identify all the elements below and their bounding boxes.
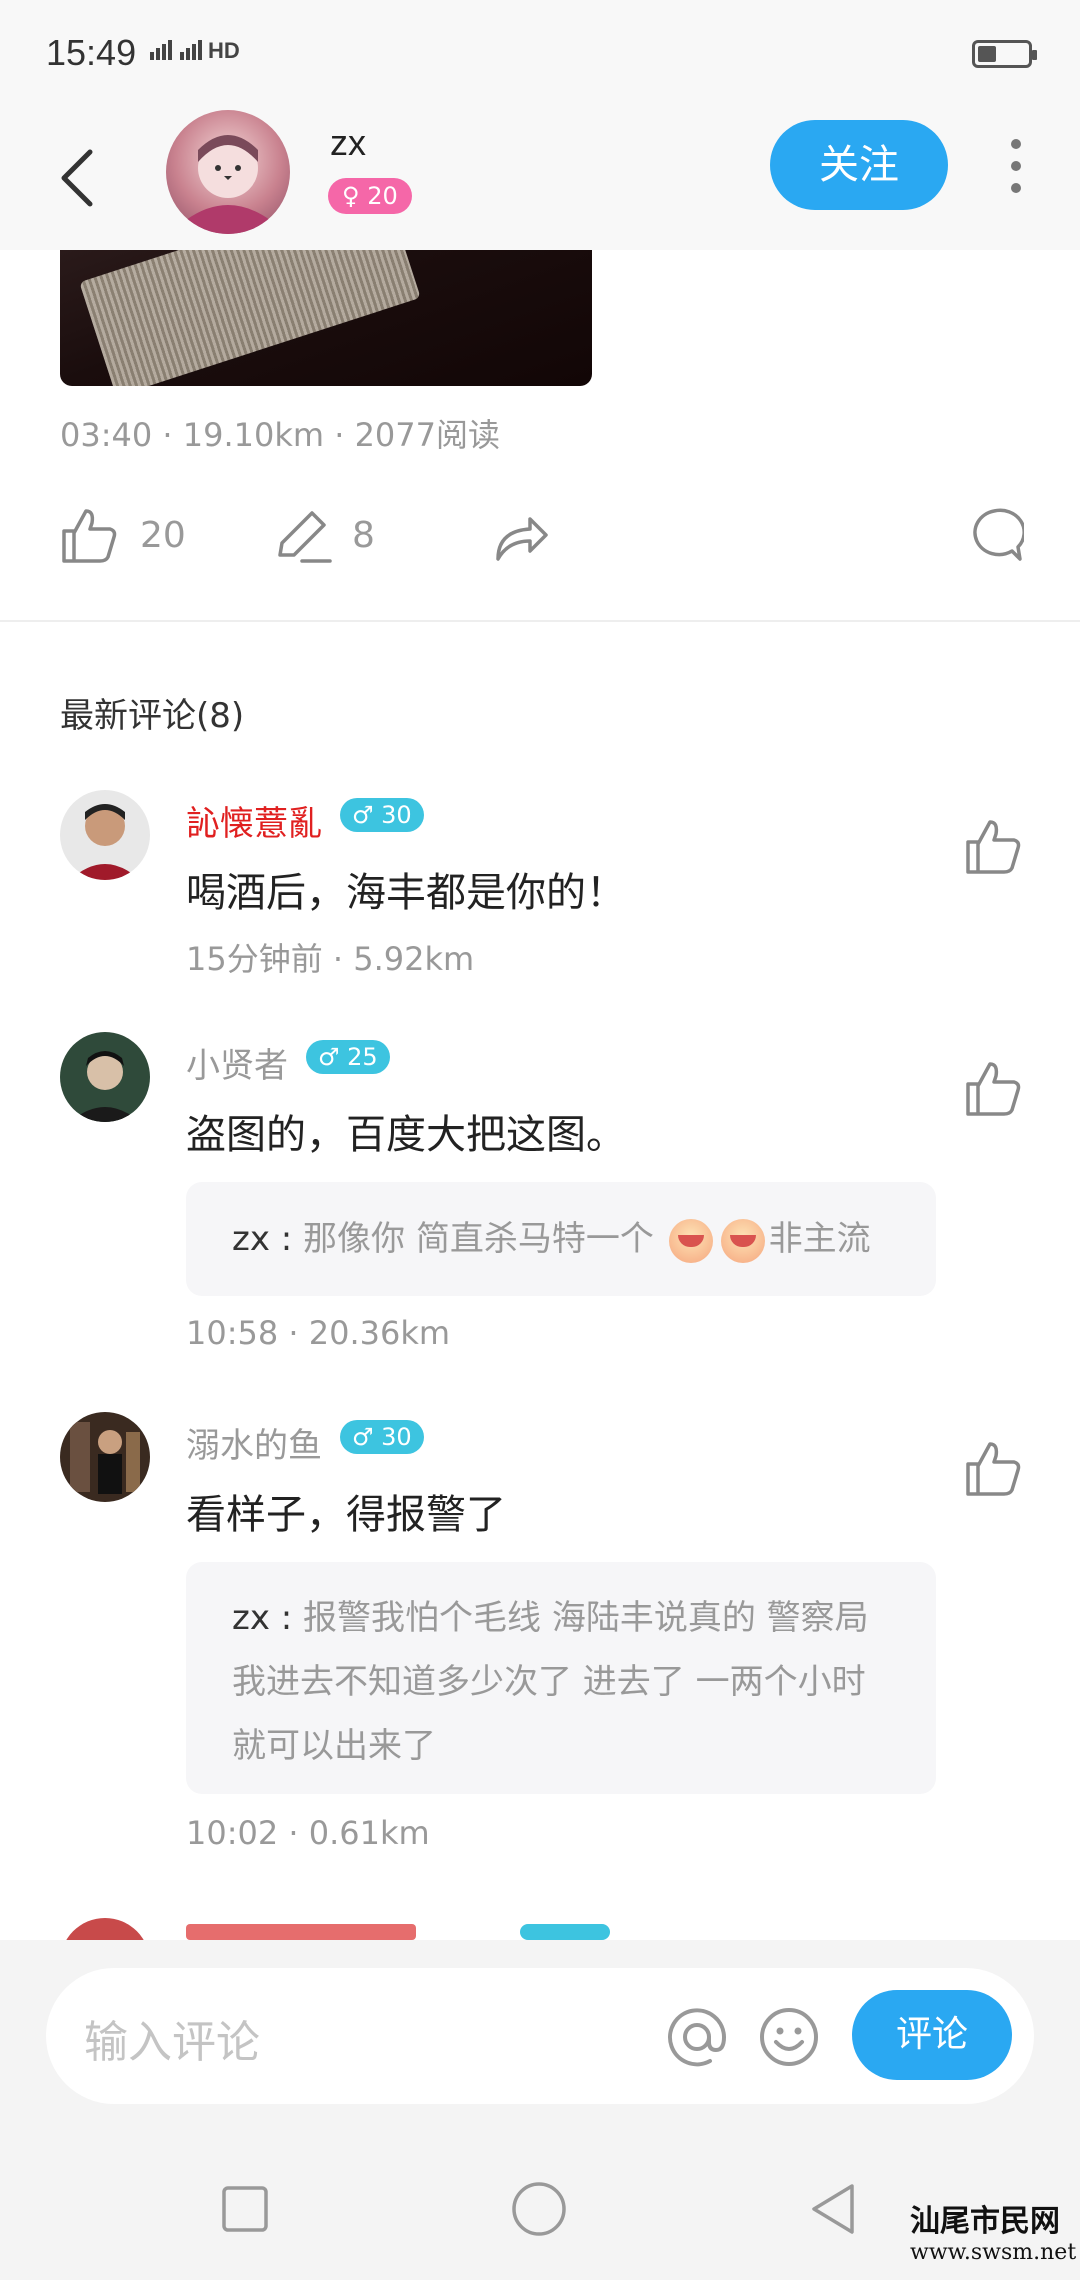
status-bar: 15:49 HD bbox=[0, 0, 1080, 110]
thumbs-up-icon[interactable] bbox=[964, 1438, 1024, 1498]
follow-button[interactable]: 关注 bbox=[770, 120, 948, 210]
divider bbox=[0, 620, 1080, 622]
commenter-name[interactable]: 溺水的鱼 bbox=[186, 1418, 322, 1467]
watermark: 汕尾市民网 www.swsm.net bbox=[910, 2196, 1076, 2265]
reply-separator: : bbox=[269, 1219, 304, 1259]
reply-text: 报警我怕个毛线 海陆丰说真的 警察局我进去不知道多少次了 进去了 一两个小时就可… bbox=[232, 1598, 869, 1766]
like-action[interactable]: 20 bbox=[60, 502, 186, 568]
share-icon bbox=[496, 517, 548, 561]
recent-apps-icon[interactable] bbox=[212, 2176, 278, 2242]
comment-action[interactable]: 8 bbox=[272, 502, 375, 568]
comment-meta: 10:58 · 20.36km bbox=[186, 1314, 451, 1352]
level-badge: ♂ 30 bbox=[340, 1420, 424, 1454]
reply-text: 那像你 简直杀马特一个 bbox=[303, 1219, 654, 1259]
thumbs-up-icon[interactable] bbox=[964, 816, 1024, 876]
commenter-name[interactable]: 小贤者 bbox=[186, 1038, 288, 1087]
profile-header: zx ♀ 20 关注 bbox=[0, 110, 1080, 250]
back-triangle-icon[interactable] bbox=[800, 2176, 866, 2242]
signal-2g-icon bbox=[179, 40, 202, 60]
watermark-url: www.swsm.net bbox=[910, 2240, 1077, 2265]
signal-4g-icon bbox=[150, 40, 172, 60]
submit-comment-button[interactable]: 评论 bbox=[852, 1990, 1012, 2080]
thumbs-up-icon[interactable] bbox=[964, 1058, 1024, 1118]
post-image[interactable] bbox=[60, 250, 592, 386]
share-action[interactable] bbox=[490, 502, 550, 568]
like-count: 20 bbox=[140, 514, 186, 556]
comment-item-partial bbox=[0, 1918, 1080, 1940]
level-badge: ♀ 20 bbox=[328, 178, 412, 214]
level-value: 30 bbox=[381, 1423, 412, 1451]
network-indicator: HD bbox=[148, 36, 256, 62]
post-actions: 20 8 bbox=[0, 490, 1080, 580]
laughing-face-icon bbox=[668, 1218, 713, 1263]
commenter-name[interactable]: 訫懐薏亂 bbox=[186, 796, 322, 845]
male-icon: ♂ bbox=[318, 1043, 340, 1071]
avatar-image bbox=[60, 1032, 150, 1122]
avatar[interactable] bbox=[60, 1918, 150, 1940]
comment-meta: 10:02 · 0.61km bbox=[186, 1814, 430, 1852]
level-badge: ♂ 25 bbox=[306, 1040, 390, 1074]
comment-input[interactable]: 输入评论 评论 bbox=[46, 1968, 1034, 2104]
avatar-image bbox=[186, 135, 270, 234]
home-icon[interactable] bbox=[506, 2176, 572, 2242]
watermark-title: 汕尾市民网 bbox=[910, 2204, 1060, 2239]
more-options-icon[interactable] bbox=[1004, 138, 1028, 194]
avatar[interactable] bbox=[60, 1412, 150, 1502]
pen-icon bbox=[278, 511, 332, 563]
avatar-image bbox=[60, 1412, 150, 1502]
comment-count: 8 bbox=[352, 514, 375, 556]
reply-user: zx bbox=[232, 1219, 270, 1259]
chat-bubble-icon bbox=[973, 508, 1024, 561]
comment-text: 看样子，得报警了 bbox=[186, 1492, 506, 1538]
level-badge: ♂ 30 bbox=[340, 798, 424, 832]
laughing-face-icon bbox=[720, 1218, 765, 1263]
male-icon: ♂ bbox=[352, 801, 374, 829]
svg-text:HD: HD bbox=[208, 38, 240, 62]
level-value: 20 bbox=[367, 182, 398, 210]
male-icon: ♂ bbox=[352, 1423, 374, 1451]
female-icon: ♀ bbox=[342, 182, 360, 210]
avatar[interactable] bbox=[60, 1032, 150, 1122]
reply-text: 非主流 bbox=[768, 1219, 871, 1259]
hd-icon: HD bbox=[208, 38, 240, 62]
reply-box[interactable]: zx : 那像你 简直杀马特一个 非主流 bbox=[186, 1182, 936, 1296]
comment-meta: 15分钟前 · 5.92km bbox=[186, 940, 475, 978]
commenter-name-cropped bbox=[186, 1924, 416, 1940]
back-arrow-icon[interactable] bbox=[50, 138, 110, 218]
status-time: 15:49 bbox=[46, 32, 137, 73]
comment-text: 喝酒后，海丰都是你的！ bbox=[186, 870, 626, 916]
emoji-smile-icon[interactable] bbox=[758, 2006, 820, 2068]
thumbs-up-icon bbox=[62, 509, 117, 563]
post-meta: 03:40 · 19.10km · 2077阅读 bbox=[60, 416, 501, 454]
comment-input-bar: 输入评论 评论 bbox=[0, 1940, 1080, 2136]
level-value: 30 bbox=[381, 801, 412, 829]
comment-input-placeholder: 输入评论 bbox=[84, 2017, 260, 2068]
username: zx bbox=[330, 122, 366, 163]
reply-separator: : bbox=[269, 1598, 304, 1638]
mention-at-icon[interactable] bbox=[666, 2006, 728, 2068]
avatar[interactable] bbox=[166, 110, 290, 234]
reply-box[interactable]: zx : 报警我怕个毛线 海陆丰说真的 警察局我进去不知道多少次了 进去了 一两… bbox=[186, 1562, 936, 1794]
level-value: 25 bbox=[347, 1043, 378, 1071]
level-badge-cropped bbox=[520, 1924, 610, 1940]
chat-action[interactable] bbox=[964, 502, 1024, 568]
comment-text: 盗图的，百度大把这图。 bbox=[186, 1112, 626, 1158]
avatar[interactable] bbox=[60, 790, 150, 880]
reply-user: zx bbox=[232, 1598, 270, 1638]
battery-icon bbox=[972, 40, 1037, 68]
avatar-image bbox=[60, 790, 150, 880]
comments-title: 最新评论(8) bbox=[60, 696, 245, 736]
